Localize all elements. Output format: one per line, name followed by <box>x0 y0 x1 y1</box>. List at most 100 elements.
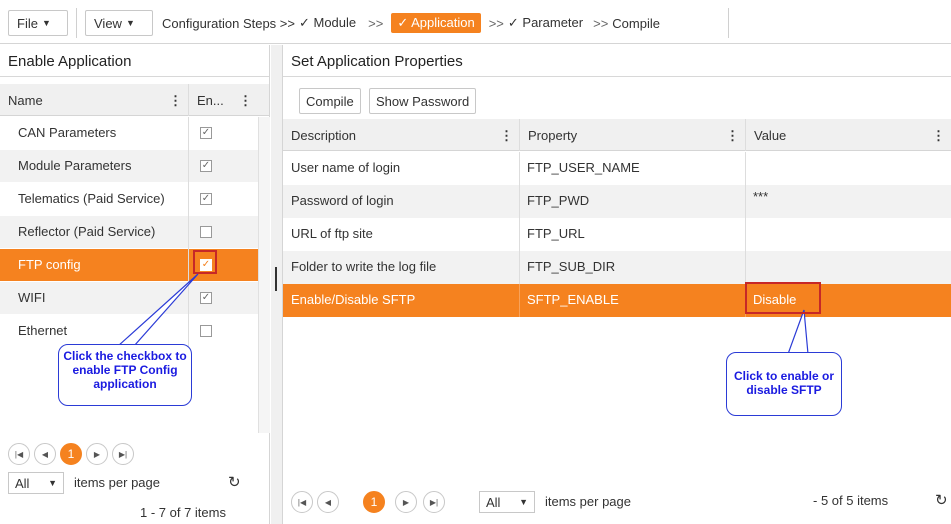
column-header-label: Property <box>528 127 578 143</box>
chevron-down-icon: ▼ <box>125 18 135 28</box>
last-page-icon[interactable]: ▶| <box>423 491 445 513</box>
toolbar-divider <box>728 8 729 38</box>
step-application[interactable]: ✓ Application <box>391 13 481 33</box>
column-menu-icon[interactable]: ⋮ <box>500 128 513 144</box>
step-separator: >> <box>368 15 384 31</box>
table-row[interactable]: User name of login FTP_USER_NAME <box>283 152 951 185</box>
cell-property: FTP_USER_NAME <box>527 160 640 175</box>
step-parameter[interactable]: ✓ Parameter <box>508 15 583 31</box>
splitter-grip[interactable] <box>275 267 277 291</box>
column-header-label: Description <box>291 127 357 143</box>
configuration-steps: Configuration Steps >> ✓ Module >> ✓ App… <box>162 12 660 34</box>
first-page-icon[interactable]: |◀ <box>8 443 30 465</box>
cell-description: URL of ftp site <box>291 226 373 241</box>
set-application-properties-panel: Set Application Properties Compile Show … <box>283 45 951 524</box>
enable-checkbox[interactable]: ✓ <box>200 193 212 205</box>
column-header-description[interactable]: Description ⋮ <box>283 119 519 151</box>
column-header-value[interactable]: Value ⋮ <box>745 119 951 151</box>
step-module[interactable]: ✓ Module <box>299 15 356 31</box>
page-size-value: All <box>486 494 501 510</box>
enable-checkbox[interactable]: ✓ <box>200 160 212 172</box>
cell-divider <box>188 216 189 249</box>
application-name: WIFI <box>18 290 46 305</box>
show-password-button[interactable]: Show Password <box>369 88 477 114</box>
callout-enable-sftp: Click to enable or disable SFTP <box>726 352 842 416</box>
enable-checkbox[interactable] <box>200 226 212 238</box>
column-header-label: En... <box>197 92 224 108</box>
refresh-icon[interactable]: ↻ <box>228 473 241 491</box>
column-menu-icon[interactable]: ⋮ <box>932 128 945 144</box>
enable-checkbox[interactable] <box>200 325 212 337</box>
enable-application-panel: Enable Application Name ⋮ En... ⋮ CAN Pa… <box>0 45 270 524</box>
enable-checkbox[interactable]: ✓ <box>200 292 212 304</box>
refresh-icon[interactable]: ↻ <box>935 491 948 509</box>
cell-divider <box>188 117 189 150</box>
cell-divider <box>745 152 746 185</box>
list-item[interactable]: WIFI ✓ <box>0 282 258 315</box>
pager-summary: - 5 of 5 items <box>813 493 889 508</box>
table-row-selected[interactable]: Enable/Disable SFTP SFTP_ENABLE Disable <box>283 284 951 317</box>
cell-description: Folder to write the log file <box>291 259 437 274</box>
cell-description: Password of login <box>291 193 394 208</box>
current-page-button[interactable]: 1 <box>60 443 82 465</box>
list-item[interactable]: Telematics (Paid Service) ✓ <box>0 183 258 216</box>
column-header-property[interactable]: Property ⋮ <box>519 119 745 151</box>
enable-checkbox[interactable]: ✓ <box>200 127 212 139</box>
app-window: File ▼ View ▼ Configuration Steps >> ✓ M… <box>0 0 951 524</box>
view-menu-label: View <box>94 15 122 31</box>
list-item[interactable]: Reflector (Paid Service) <box>0 216 258 249</box>
last-page-icon[interactable]: ▶| <box>112 443 134 465</box>
panel-title: Enable Application <box>0 45 269 77</box>
column-menu-icon[interactable]: ⋮ <box>239 93 252 109</box>
chevron-down-icon: ▼ <box>48 478 57 488</box>
panel-splitter[interactable] <box>271 45 283 524</box>
steps-prefix: Configuration Steps >> <box>162 15 295 31</box>
cell-divider <box>188 150 189 183</box>
page-size-select[interactable]: All ▼ <box>479 491 535 513</box>
column-header-label: Value <box>754 127 787 143</box>
application-name: Telematics (Paid Service) <box>18 191 165 206</box>
file-menu-button[interactable]: File ▼ <box>8 10 68 36</box>
column-header-name[interactable]: Name ⋮ <box>0 84 188 116</box>
cell-divider <box>519 218 520 251</box>
prev-page-icon[interactable]: ◀ <box>34 443 56 465</box>
toolbar: File ▼ View ▼ Configuration Steps >> ✓ M… <box>0 0 951 44</box>
next-page-icon[interactable]: ▶ <box>395 491 417 513</box>
right-grid-header: Description ⋮ Property ⋮ Value ⋮ <box>283 119 951 151</box>
current-page-button[interactable]: 1 <box>363 491 385 513</box>
cell-property: FTP_PWD <box>527 193 590 208</box>
table-row[interactable]: Folder to write the log file FTP_SUB_DIR <box>283 251 951 284</box>
items-per-page-label: items per page <box>74 475 160 490</box>
cell-divider <box>519 152 520 185</box>
compile-button[interactable]: Compile <box>299 88 361 114</box>
column-menu-icon[interactable]: ⋮ <box>726 128 739 144</box>
page-size-select[interactable]: All ▼ <box>8 472 64 494</box>
view-menu-button[interactable]: View ▼ <box>85 10 153 36</box>
column-header-enabled[interactable]: En... ⋮ <box>188 84 258 116</box>
step-compile[interactable]: Compile <box>612 16 660 31</box>
list-item[interactable]: CAN Parameters ✓ <box>0 117 258 150</box>
list-item[interactable]: Module Parameters ✓ <box>0 150 258 183</box>
column-menu-icon[interactable]: ⋮ <box>169 93 182 109</box>
callout-enable-ftp: Click the checkbox to enable FTP Config … <box>58 344 192 406</box>
cell-description: User name of login <box>291 160 401 175</box>
cell-divider <box>745 185 746 218</box>
cell-property: SFTP_ENABLE <box>527 292 619 307</box>
chevron-down-icon: ▼ <box>41 18 51 28</box>
page-size-value: All <box>15 475 30 491</box>
highlight-box-value <box>745 282 821 314</box>
list-item-selected[interactable]: FTP config ✓ <box>0 249 258 282</box>
prev-page-icon[interactable]: ◀ <box>317 491 339 513</box>
file-menu-label: File <box>17 15 38 31</box>
cell-property: FTP_URL <box>527 226 585 241</box>
table-row[interactable]: Password of login FTP_PWD *** <box>283 185 951 218</box>
next-page-icon[interactable]: ▶ <box>86 443 108 465</box>
application-name: CAN Parameters <box>18 125 117 140</box>
vertical-scrollbar[interactable] <box>258 117 270 433</box>
application-name: FTP config <box>18 257 81 272</box>
first-page-icon[interactable]: |◀ <box>291 491 313 513</box>
cell-value[interactable]: *** <box>753 189 768 204</box>
column-header-label: Name <box>8 92 43 108</box>
panel-title: Set Application Properties <box>283 45 951 77</box>
table-row[interactable]: URL of ftp site FTP_URL <box>283 218 951 251</box>
